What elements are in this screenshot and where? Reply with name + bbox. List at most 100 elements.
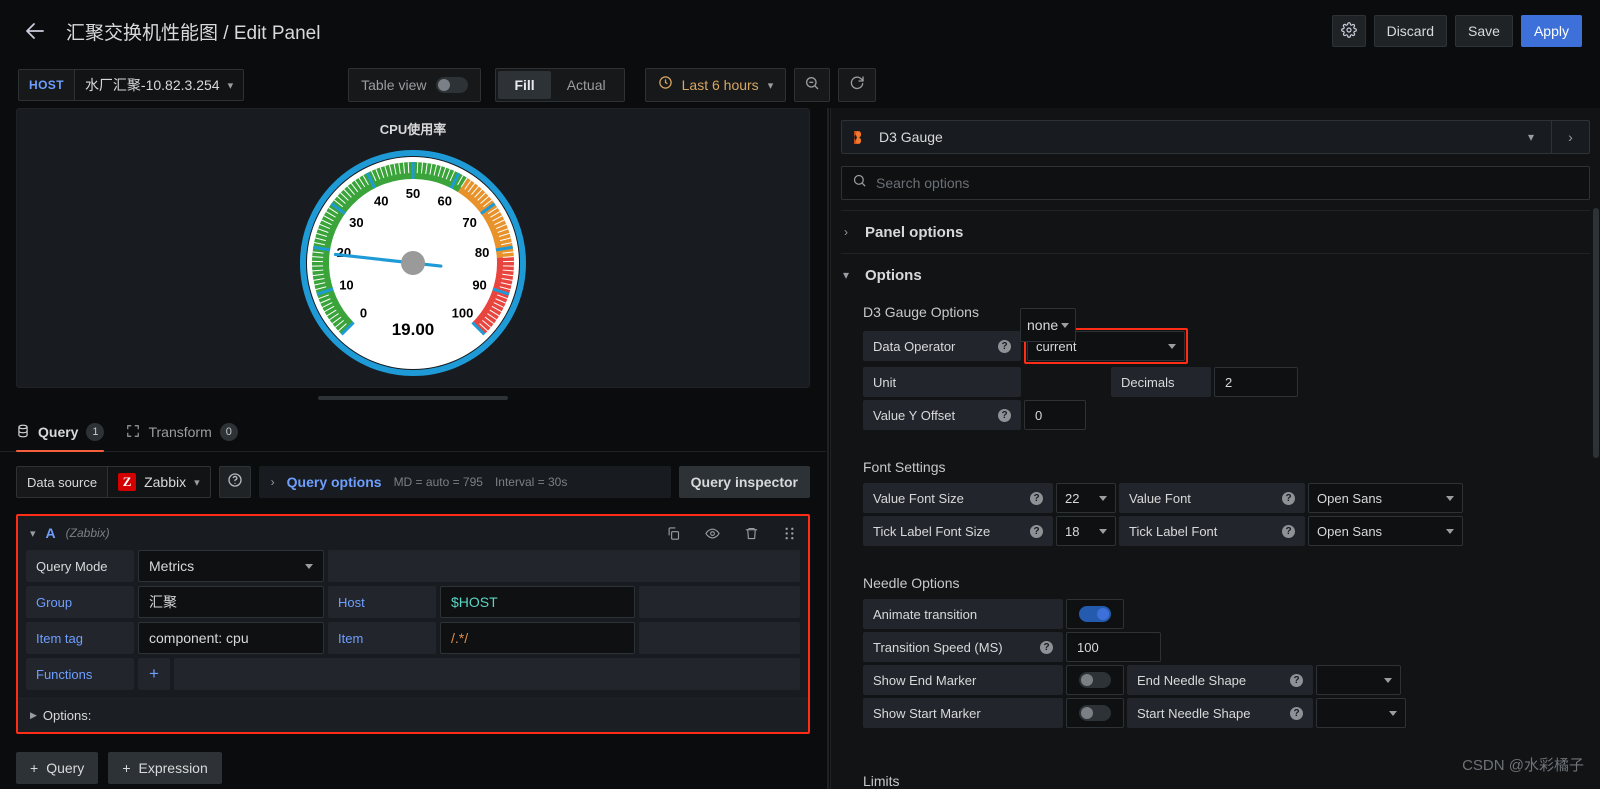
end-needle-shape-select[interactable] [1316, 665, 1401, 695]
value-font-size-value: 22 [1065, 490, 1080, 506]
query-options-expander-label: Options: [42, 708, 92, 723]
search-options-field[interactable] [841, 166, 1590, 200]
help-icon[interactable]: ? [1030, 491, 1043, 505]
host-input[interactable]: $HOST [440, 586, 635, 618]
unit-dropdown-open[interactable]: none [1020, 308, 1076, 342]
query-editor-highlight-outline: ▾ A (Zabbix) Query Mode Metrics Group 汇聚… [16, 514, 810, 734]
value-font-select[interactable]: Open Sans [1308, 483, 1463, 513]
end-needle-shape-label: End Needle Shape ? [1127, 665, 1313, 695]
chevron-down-icon: ▾ [842, 268, 850, 282]
show-start-marker-toggle[interactable] [1079, 705, 1111, 721]
group-input[interactable]: 汇聚 [138, 586, 324, 618]
time-range-picker[interactable]: Last 6 hours ▾ [644, 68, 787, 102]
search-options-input[interactable] [876, 175, 1579, 191]
eye-icon[interactable] [705, 526, 720, 541]
datasource-help-button[interactable] [218, 466, 251, 498]
help-icon[interactable]: ? [1030, 524, 1043, 538]
breadcrumb[interactable]: 汇聚交换机性能图 / Edit Panel [66, 18, 320, 45]
transition-speed-label: Transition Speed (MS) ? [863, 632, 1063, 662]
section-panel-options-header[interactable]: › Panel options [841, 211, 1590, 253]
tick-label-font-select[interactable]: Open Sans [1308, 516, 1463, 546]
zoom-out-button[interactable] [794, 68, 831, 102]
show-end-marker-toggle-cell[interactable] [1066, 665, 1124, 695]
query-options-row[interactable]: › Query options MD = auto = 795 Interval… [258, 466, 671, 498]
start-needle-shape-label-text: Start Needle Shape [1137, 705, 1251, 721]
query-toolbar: Data source Z Zabbix ▾ › Query options M… [0, 452, 826, 498]
drag-handle-icon[interactable] [783, 526, 796, 541]
clock-icon [658, 75, 673, 95]
show-start-marker-label-text: Show Start Marker [873, 705, 981, 721]
panel-resize-handle[interactable] [318, 396, 508, 400]
section-panel-options-title: Panel options [865, 223, 964, 241]
copy-icon[interactable] [666, 526, 681, 541]
data-source-picker[interactable]: Z Zabbix ▾ [107, 466, 211, 498]
help-icon[interactable]: ? [1040, 640, 1053, 654]
help-icon[interactable]: ? [998, 408, 1011, 422]
apply-button[interactable]: Apply [1520, 15, 1582, 47]
query-mode-select[interactable]: Metrics [138, 550, 324, 582]
option-row-animate-transition: Animate transition [863, 599, 1590, 629]
table-view-toggle[interactable] [436, 77, 469, 93]
tick-label-font-value: Open Sans [1317, 523, 1383, 539]
query-options-expander[interactable]: ▶ Options: [18, 698, 808, 732]
show-start-marker-toggle-cell[interactable] [1066, 698, 1124, 728]
table-view-toggle-group[interactable]: Table view [348, 68, 482, 102]
chevron-right-icon[interactable]: › [1551, 121, 1589, 153]
transform-icon [126, 424, 140, 441]
actual-button[interactable]: Actual [551, 71, 622, 99]
help-icon[interactable]: ? [1290, 706, 1303, 720]
fill-button[interactable]: Fill [498, 71, 551, 99]
add-function-button[interactable]: + [138, 658, 170, 690]
time-range-value: Last 6 hours [681, 77, 759, 93]
help-icon[interactable]: ? [1282, 524, 1295, 538]
animate-transition-toggle-cell[interactable] [1066, 599, 1124, 629]
data-operator-label-text: Data Operator [873, 338, 956, 354]
query-mode-value: Metrics [149, 558, 195, 574]
item-tag-input[interactable]: component: cpu [138, 622, 324, 654]
add-query-button[interactable]: + Query [16, 752, 99, 784]
value-y-offset-input[interactable]: 0 [1024, 400, 1086, 430]
tab-query-badge: 1 [86, 423, 105, 441]
help-icon[interactable]: ? [1282, 491, 1295, 505]
section-options-header[interactable]: ▾ Options [841, 254, 1590, 296]
panel-settings-button[interactable] [1331, 15, 1366, 47]
query-inspector-button[interactable]: Query inspector [678, 466, 810, 498]
save-button[interactable]: Save [1455, 15, 1513, 47]
back-arrow-icon[interactable] [18, 14, 52, 48]
help-icon[interactable]: ? [998, 339, 1011, 353]
add-expression-button[interactable]: + Expression [108, 752, 222, 784]
item-input[interactable]: /.*/ [440, 622, 635, 654]
show-end-marker-toggle[interactable] [1079, 672, 1111, 688]
svg-text:10: 10 [339, 277, 353, 292]
table-view-label: Table view [361, 77, 427, 93]
chevron-down-icon[interactable]: ▾ [1511, 130, 1551, 144]
chevron-down-icon [1099, 495, 1107, 501]
chevron-down-icon [1446, 495, 1454, 501]
decimals-input[interactable]: 2 [1214, 367, 1298, 397]
value-font-label-text: Value Font [1129, 490, 1191, 506]
host-variable: HOST 水厂汇聚-10.82.3.254 ▾ [18, 69, 245, 101]
value-font-size-select[interactable]: 22 [1056, 483, 1116, 513]
trash-icon[interactable] [744, 526, 759, 541]
animate-transition-toggle[interactable] [1079, 606, 1111, 622]
refresh-button[interactable] [838, 68, 877, 102]
options-scrollbar[interactable] [1593, 208, 1599, 458]
query-ref-id[interactable]: A [46, 525, 56, 541]
chevron-down-icon[interactable]: ▾ [30, 527, 36, 540]
host-variable-select[interactable]: 水厂汇聚-10.82.3.254 ▾ [73, 69, 245, 101]
visualization-picker[interactable]: D3 Gauge ▾ › [841, 120, 1590, 154]
help-icon[interactable]: ? [1290, 673, 1303, 687]
zoom-out-icon [804, 75, 820, 96]
add-query-label: Query [46, 760, 85, 776]
svg-text:80: 80 [475, 245, 489, 260]
svg-text:70: 70 [462, 214, 476, 229]
transition-speed-input[interactable]: 100 [1066, 632, 1161, 662]
start-needle-shape-select[interactable] [1316, 698, 1406, 728]
tab-transform[interactable]: Transform 0 [126, 413, 238, 451]
discard-button[interactable]: Discard [1373, 15, 1448, 47]
tab-query[interactable]: Query 1 [16, 413, 105, 452]
data-source-label: Data source [16, 466, 108, 498]
section-panel-options: › Panel options [841, 210, 1590, 253]
tick-label-font-size-select[interactable]: 18 [1056, 516, 1116, 546]
functions-label: Functions [26, 658, 134, 690]
